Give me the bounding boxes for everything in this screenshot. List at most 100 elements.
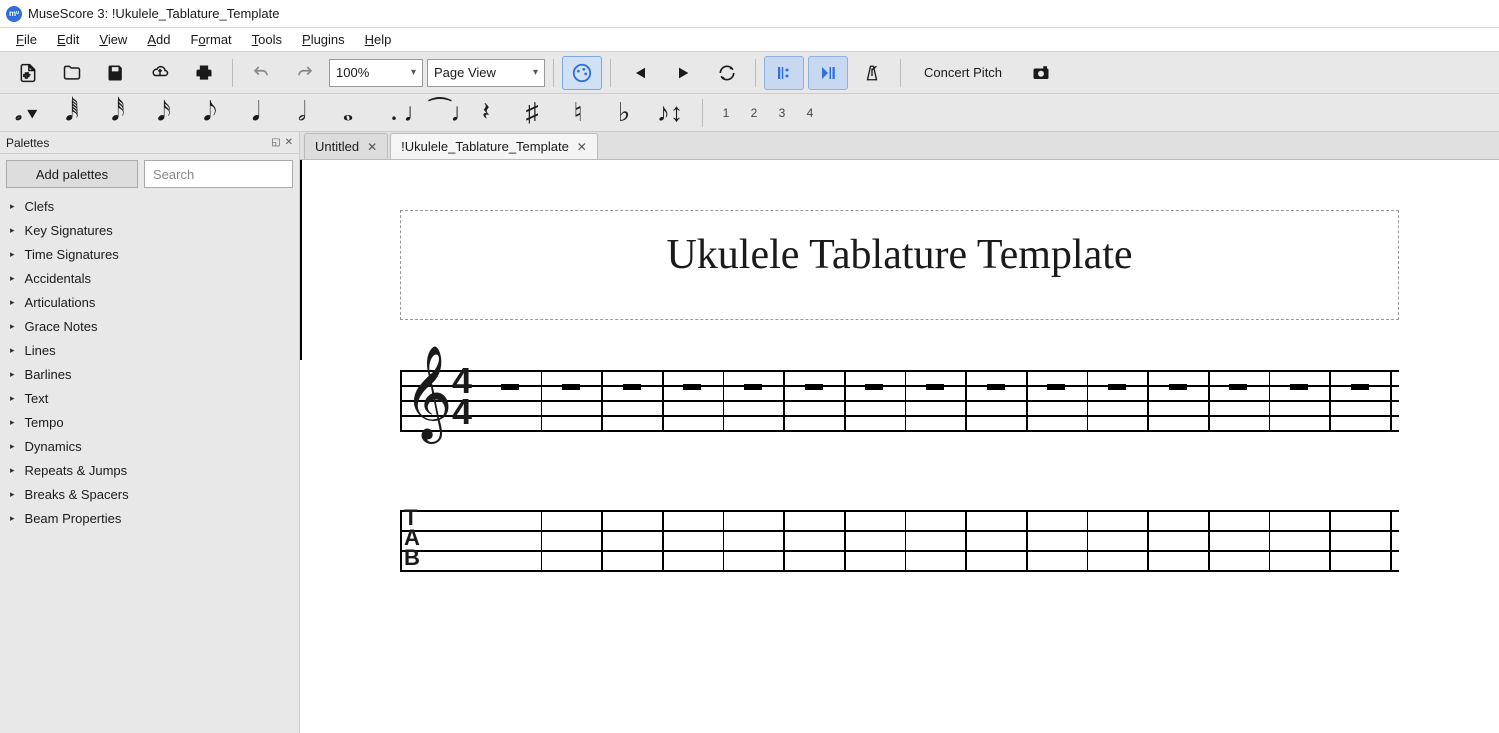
palette-text[interactable]: Text: [0, 386, 299, 410]
menu-edit[interactable]: Edit: [47, 30, 89, 49]
whole-rest[interactable]: [683, 384, 701, 390]
whole-rest[interactable]: [1169, 384, 1187, 390]
natural-button[interactable]: ♮: [560, 96, 596, 130]
menu-format[interactable]: Format: [180, 30, 241, 49]
close-tab-icon[interactable]: ✕: [577, 140, 587, 154]
barline: [1087, 370, 1089, 430]
tie-button[interactable]: ♩⁀♩: [422, 96, 458, 130]
tab-ukulele-template[interactable]: !Ukulele_Tablature_Template✕: [390, 133, 598, 159]
note-input-toolbar: 𝅗 ▾ 𝅘𝅥𝅱 𝅘𝅥𝅰 𝅘𝅥𝅯 𝅘𝅥𝅮 𝅘𝅥 𝅗𝅥 𝅝 . ♩⁀♩ 𝄽 ♯ ♮ …: [0, 94, 1499, 132]
barline: [400, 510, 402, 570]
toolbar-separator: [755, 59, 756, 87]
32nd-note-button[interactable]: 𝅘𝅥𝅰: [100, 96, 136, 130]
screenshot-button[interactable]: [1021, 56, 1061, 90]
rewind-button[interactable]: [619, 56, 659, 90]
loop-out-button[interactable]: [808, 56, 848, 90]
half-note-button[interactable]: 𝅗𝅥: [284, 96, 320, 130]
menu-add[interactable]: Add: [137, 30, 180, 49]
barline: [1026, 510, 1028, 570]
palette-dynamics[interactable]: Dynamics: [0, 434, 299, 458]
cloud-button[interactable]: [140, 56, 180, 90]
palette-lines[interactable]: Lines: [0, 338, 299, 362]
whole-rest[interactable]: [1290, 384, 1308, 390]
zoom-select[interactable]: 100%: [329, 59, 423, 87]
voice-2-button[interactable]: 2: [745, 106, 763, 120]
palette-key-signatures[interactable]: Key Signatures: [0, 218, 299, 242]
note-input-mode-button[interactable]: 𝅗 ▾: [8, 96, 44, 130]
metronome-button[interactable]: [852, 56, 892, 90]
whole-rest[interactable]: [865, 384, 883, 390]
palette-grace-notes[interactable]: Grace Notes: [0, 314, 299, 338]
flat-button[interactable]: ♭: [606, 96, 642, 130]
16th-note-button[interactable]: 𝅘𝅥𝅯: [146, 96, 182, 130]
main-toolbar: 100% Page View Concert Pitch: [0, 52, 1499, 94]
whole-rest[interactable]: [1108, 384, 1126, 390]
open-file-button[interactable]: [52, 56, 92, 90]
palette-breaks-spacers[interactable]: Breaks & Spacers: [0, 482, 299, 506]
whole-rest[interactable]: [926, 384, 944, 390]
whole-rest[interactable]: [987, 384, 1005, 390]
quarter-note-button[interactable]: 𝅘𝅥: [238, 96, 274, 130]
tab-untitled[interactable]: Untitled✕: [304, 133, 388, 159]
palette-barlines[interactable]: Barlines: [0, 362, 299, 386]
whole-note-button[interactable]: 𝅝: [330, 96, 366, 130]
play-button[interactable]: [663, 56, 703, 90]
voice-3-button[interactable]: 3: [773, 106, 791, 120]
menu-tools[interactable]: Tools: [242, 30, 292, 49]
add-palettes-button[interactable]: Add palettes: [6, 160, 138, 188]
sharp-button[interactable]: ♯: [514, 96, 550, 130]
voice-1-button[interactable]: 1: [717, 106, 735, 120]
barline: [1147, 370, 1149, 430]
tab-staff[interactable]: TAB: [400, 510, 1399, 570]
barline: [1087, 510, 1089, 570]
palette-articulations[interactable]: Articulations: [0, 290, 299, 314]
menu-file[interactable]: File: [6, 30, 47, 49]
whole-rest[interactable]: [1229, 384, 1247, 390]
barline: [1269, 510, 1271, 570]
concert-pitch-button[interactable]: Concert Pitch: [909, 58, 1017, 88]
voice-4-button[interactable]: 4: [801, 106, 819, 120]
menu-view[interactable]: View: [89, 30, 137, 49]
palette-clefs[interactable]: Clefs: [0, 194, 299, 218]
whole-rest[interactable]: [805, 384, 823, 390]
menu-plugins[interactable]: Plugins: [292, 30, 355, 49]
palette-time-signatures[interactable]: Time Signatures: [0, 242, 299, 266]
undo-button[interactable]: [241, 56, 281, 90]
whole-rest[interactable]: [623, 384, 641, 390]
barline: [1208, 370, 1210, 430]
palette-toggle-button[interactable]: [562, 56, 602, 90]
score-title[interactable]: Ukulele Tablature Template: [411, 231, 1388, 279]
whole-rest[interactable]: [562, 384, 580, 390]
save-button[interactable]: [96, 56, 136, 90]
app-logo-icon: mᶸ: [6, 6, 22, 22]
8th-note-button[interactable]: 𝅘𝅥𝅮: [192, 96, 228, 130]
flip-button[interactable]: ♪↕: [652, 96, 688, 130]
rest-button[interactable]: 𝄽: [468, 96, 504, 130]
print-button[interactable]: [184, 56, 224, 90]
title-bar: mᶸ MuseScore 3: !Ukulele_Tablature_Templ…: [0, 0, 1499, 28]
new-file-button[interactable]: [8, 56, 48, 90]
close-tab-icon[interactable]: ✕: [367, 140, 377, 154]
64th-note-button[interactable]: 𝅘𝅥𝅱: [54, 96, 90, 130]
palette-tempo[interactable]: Tempo: [0, 410, 299, 434]
barline: [965, 510, 967, 570]
whole-rest[interactable]: [744, 384, 762, 390]
whole-rest[interactable]: [501, 384, 519, 390]
redo-button[interactable]: [285, 56, 325, 90]
treble-staff[interactable]: 𝄞 44: [400, 370, 1399, 430]
whole-rest[interactable]: [1351, 384, 1369, 390]
loop-button[interactable]: [707, 56, 747, 90]
staff-system[interactable]: 𝄞 44 TAB: [400, 370, 1399, 570]
title-frame[interactable]: Ukulele Tablature Template: [400, 210, 1399, 320]
whole-rest[interactable]: [1047, 384, 1065, 390]
palette-beam-properties[interactable]: Beam Properties: [0, 506, 299, 530]
score-page[interactable]: Ukulele Tablature Template 𝄞 44: [300, 160, 1499, 733]
palette-search-input[interactable]: Search: [144, 160, 293, 188]
view-mode-select[interactable]: Page View: [427, 59, 545, 87]
palette-accidentals[interactable]: Accidentals: [0, 266, 299, 290]
close-panel-icon[interactable]: ✕: [285, 137, 293, 148]
undock-icon[interactable]: ◱: [271, 137, 280, 148]
palette-repeats-jumps[interactable]: Repeats & Jumps: [0, 458, 299, 482]
menu-help[interactable]: Help: [355, 30, 402, 49]
loop-in-button[interactable]: [764, 56, 804, 90]
